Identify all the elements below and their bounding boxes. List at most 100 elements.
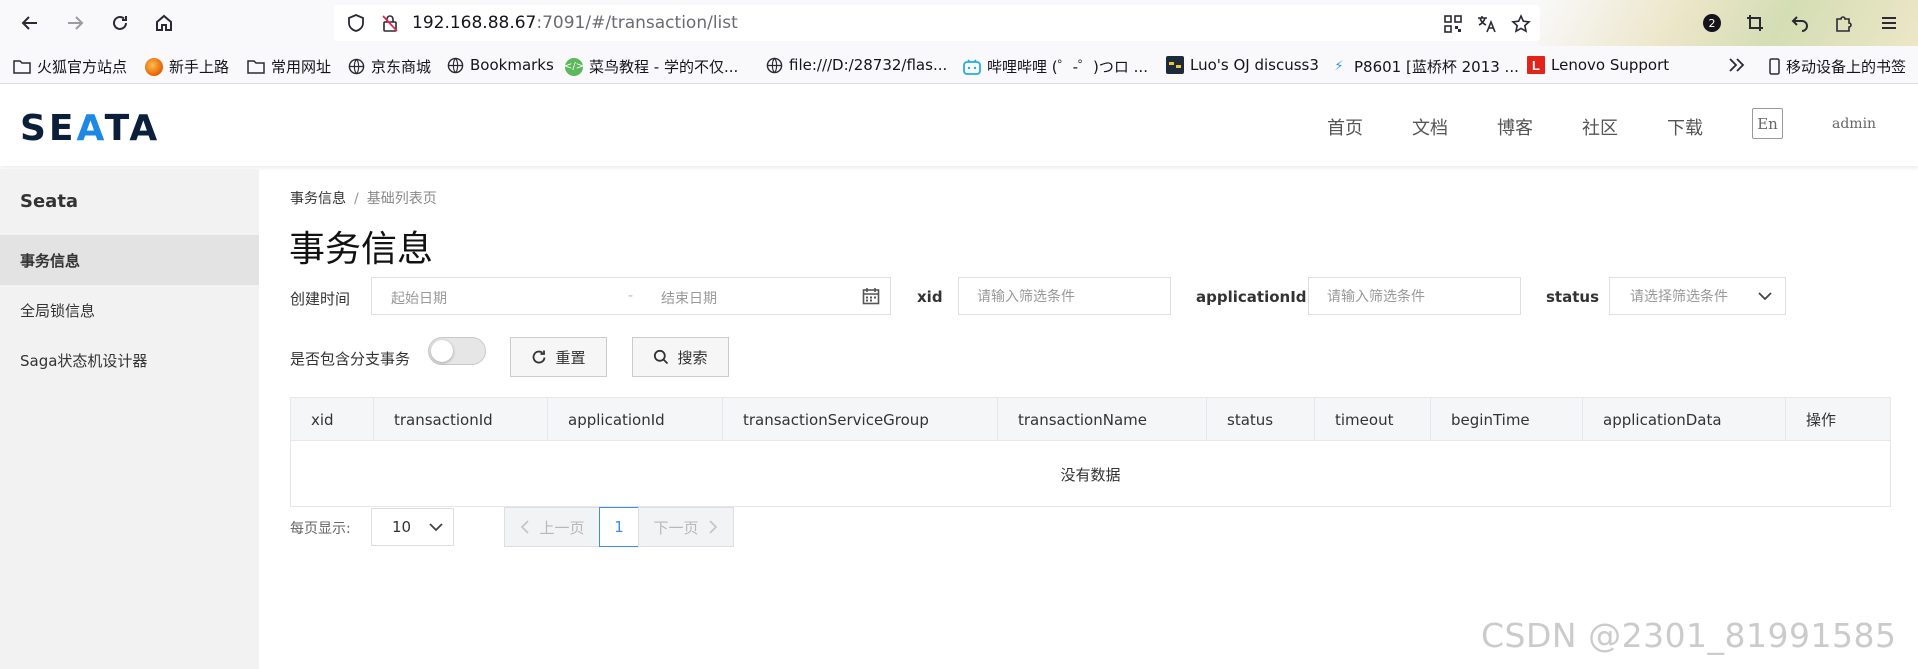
- table-header: xid transactionId applicationId transact…: [291, 398, 1890, 441]
- back-button[interactable]: [15, 8, 45, 38]
- menu-icon[interactable]: [1876, 10, 1902, 36]
- nav-community[interactable]: 社区: [1582, 114, 1618, 140]
- nav-docs[interactable]: 文档: [1412, 114, 1448, 140]
- column-header[interactable]: applicationData: [1583, 398, 1786, 441]
- reset-button[interactable]: 重置: [510, 337, 607, 377]
- sidebar: Seata 事务信息 全局锁信息 Saga状态机设计器: [0, 169, 259, 669]
- application-id-label: applicationId: [1196, 288, 1307, 306]
- bookmark-item[interactable]: file:///D:/28732/flas...: [765, 56, 947, 74]
- sidebar-title: Seata: [20, 191, 79, 212]
- refresh-icon: [533, 350, 546, 364]
- column-header-actions: 操作: [1806, 411, 1837, 429]
- sidebar-item-saga-designer[interactable]: Saga状态机设计器: [0, 335, 259, 385]
- application-id-input[interactable]: 请输入筛选条件: [1308, 277, 1521, 315]
- breadcrumb-current: 基础列表页: [366, 191, 437, 207]
- toggle-knob: [431, 340, 453, 362]
- globe-icon: [347, 58, 365, 76]
- bookmarks-bar: 火狐官方站点 新手上路 常用网址 京东商城 Bookmarks </> 菜鸟教程…: [0, 46, 1918, 84]
- phone-icon: [1768, 58, 1780, 76]
- breadcrumb-separator: /: [354, 191, 359, 207]
- extensions-puzzle-icon[interactable]: [1831, 10, 1857, 36]
- luogu-icon: ⚡: [1334, 59, 1344, 74]
- created-time-label: 创建时间: [290, 290, 351, 308]
- crop-icon[interactable]: [1742, 10, 1768, 36]
- seata-logo[interactable]: SEATA: [20, 108, 160, 149]
- column-header[interactable]: beginTime: [1431, 398, 1583, 441]
- forward-button[interactable]: [60, 8, 90, 38]
- start-date-input[interactable]: 起始日期: [391, 288, 447, 308]
- folder-icon: [13, 58, 31, 76]
- oj-icon: [1166, 56, 1184, 74]
- prev-page-button[interactable]: 上一页: [504, 507, 600, 547]
- language-switch-button[interactable]: En: [1752, 108, 1783, 139]
- column-header[interactable]: transactionName: [998, 398, 1207, 441]
- extensions-badge: 2: [1703, 14, 1721, 32]
- xid-label: xid: [917, 288, 943, 306]
- column-header[interactable]: timeout: [1315, 398, 1431, 441]
- folder-icon: [247, 58, 265, 76]
- star-icon[interactable]: [1510, 13, 1532, 35]
- bookmark-item[interactable]: </> 菜鸟教程 - 学的不仅...: [564, 56, 738, 77]
- insecure-lock-icon[interactable]: [380, 13, 400, 33]
- firefox-icon: [145, 57, 163, 76]
- column-header[interactable]: xid: [291, 398, 374, 441]
- end-date-input[interactable]: 结束日期: [661, 288, 717, 308]
- transactions-table: xid transactionId applicationId transact…: [290, 397, 1891, 507]
- extensions-counter[interactable]: 2: [1699, 10, 1725, 36]
- qr-code-icon[interactable]: [1442, 13, 1464, 35]
- sidebar-item-transactions[interactable]: 事务信息: [0, 235, 259, 285]
- translate-icon[interactable]: [1476, 13, 1498, 35]
- column-header[interactable]: applicationId: [548, 398, 723, 441]
- globe-icon: [446, 56, 464, 74]
- mobile-bookmarks[interactable]: 移动设备上的书签: [1768, 56, 1906, 77]
- bookmark-item[interactable]: L Lenovo Support: [1527, 56, 1669, 74]
- undo-icon[interactable]: [1787, 10, 1813, 36]
- nav-home[interactable]: 首页: [1327, 114, 1363, 140]
- breadcrumb-parent[interactable]: 事务信息: [290, 191, 346, 207]
- chevron-down-icon: [429, 523, 443, 532]
- bookmark-item[interactable]: 哔哩哔哩 (゜-゜)つロ ...: [963, 56, 1148, 77]
- browser-toolbar: 192.168.88.67:7091/#/transaction/list 2: [0, 0, 1918, 84]
- bookmark-item[interactable]: 京东商城: [347, 56, 431, 77]
- include-branch-label: 是否包含分支事务: [290, 350, 411, 368]
- arrow-right-icon: [68, 16, 84, 30]
- search-button[interactable]: 搜索: [632, 337, 729, 377]
- column-header[interactable]: transactionId: [374, 398, 548, 441]
- chevron-left-icon: [521, 520, 530, 534]
- address-bar[interactable]: 192.168.88.67:7091/#/transaction/list: [334, 5, 1540, 41]
- bookmark-item[interactable]: 新手上路: [145, 56, 229, 77]
- include-branch-toggle[interactable]: [428, 337, 486, 365]
- reload-icon: [113, 15, 127, 30]
- page-size-select[interactable]: 10: [371, 508, 454, 546]
- shield-icon[interactable]: [346, 13, 366, 33]
- xid-input[interactable]: 请输入筛选条件: [958, 277, 1171, 315]
- bookmark-item[interactable]: ⚡ P8601 [蓝桥杯 2013 ...: [1330, 56, 1518, 77]
- bookmark-item[interactable]: Luo's OJ discuss3: [1166, 56, 1319, 74]
- home-button[interactable]: [149, 8, 179, 38]
- column-header[interactable]: transactionServiceGroup: [723, 398, 998, 441]
- sidebar-item-global-locks[interactable]: 全局锁信息: [0, 285, 259, 335]
- bookmark-item[interactable]: 火狐官方站点: [13, 56, 127, 77]
- bookmark-item[interactable]: Bookmarks: [446, 56, 554, 74]
- bookmark-item[interactable]: 常用网址: [247, 56, 331, 77]
- status-select[interactable]: 请选择筛选条件: [1609, 277, 1786, 315]
- user-name[interactable]: admin: [1832, 116, 1876, 132]
- search-icon: [654, 349, 669, 365]
- reload-button[interactable]: [105, 8, 135, 38]
- lenovo-icon: L: [1527, 56, 1545, 74]
- date-range-picker[interactable]: 起始日期 - 结束日期: [371, 277, 891, 315]
- status-label: status: [1546, 288, 1599, 306]
- url-text: 192.168.88.67:7091/#/transaction/list: [412, 13, 738, 33]
- home-icon: [156, 14, 172, 31]
- nav-blog[interactable]: 博客: [1497, 114, 1533, 140]
- column-header[interactable]: status: [1207, 398, 1315, 441]
- nav-download[interactable]: 下载: [1667, 114, 1703, 140]
- page-number-button[interactable]: 1: [599, 507, 639, 547]
- page-title: 事务信息: [289, 229, 434, 270]
- next-page-button[interactable]: 下一页: [638, 507, 734, 547]
- more-bookmarks-button[interactable]: [1728, 57, 1746, 73]
- page-size-value: 10: [392, 518, 412, 536]
- page-size-label: 每页显示:: [290, 521, 351, 537]
- runoob-icon: </>: [564, 57, 584, 76]
- calendar-icon[interactable]: [862, 287, 880, 305]
